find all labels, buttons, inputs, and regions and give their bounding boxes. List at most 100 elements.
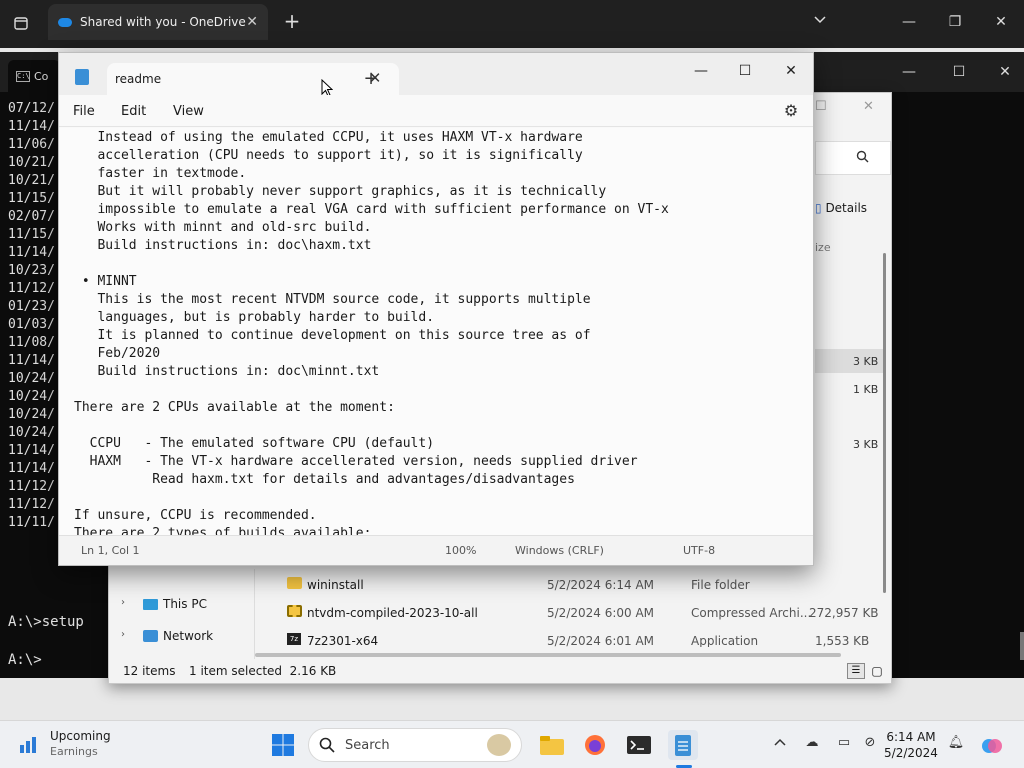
console-line-setup: A:\>setup [8,614,84,630]
encoding[interactable]: UTF-8 [683,544,715,557]
file-size-cell: 3 KB [853,355,879,368]
console-scrollbar[interactable] [1020,632,1024,660]
text-line: faster in textmode. [74,166,247,181]
console-minimize-button[interactable]: — [896,60,922,84]
taskbar-search-box[interactable]: Search [308,728,522,762]
menu-file[interactable]: File [73,104,95,119]
browser-maximize-button[interactable]: ❐ [942,10,968,34]
notepad-taskbar-icon[interactable] [668,730,698,760]
console-line: 10/21/ [8,155,55,170]
notepad-app-icon [75,69,89,85]
cursor-position: Ln 1, Col 1 [81,544,140,557]
search-highlight-icon [487,734,511,756]
widgets-button[interactable]: Upcoming Earnings [18,729,148,761]
zip-folder-icon [287,605,302,617]
table-row[interactable]: ntvdm-compiled-2023-10-all 5/2/2024 6:00… [109,599,893,627]
table-row[interactable]: 7z 7z2301-x64 5/2/2024 6:01 AM Applicati… [109,627,893,647]
text-line: • MINNT [74,274,137,289]
large-icons-view-icon[interactable]: ▢ [869,663,885,679]
text-line: Read haxm.txt for details and advantages… [74,472,575,487]
clock-time: 6:14 AM [886,730,936,744]
console-tab-label: Co [34,69,49,83]
console-tab[interactable]: C:\ Co [8,60,60,92]
text-line [74,489,669,507]
cmd-icon: C:\ [16,70,30,82]
file-size: 1,553 KB [815,634,870,647]
details-pane-button[interactable]: ▯ Details [815,201,867,215]
text-line: Instead of using the emulated CCPU, it u… [74,130,583,145]
text-line: accelleration (CPU needs to support it),… [74,148,583,163]
text-line [74,381,669,399]
console-line: 01/23/ [8,299,55,314]
file-type: File folder [691,578,750,592]
menu-edit[interactable]: Edit [121,104,146,119]
explorer-maximize-button[interactable]: ☐ [815,99,827,114]
explorer-search-box[interactable] [815,141,891,175]
console-line: 01/03/ [8,317,55,332]
console-line: 11/15/ [8,191,55,206]
item-count: 12 items [123,664,176,678]
text-line [74,255,669,273]
details-view-icon[interactable]: ☰ [847,663,865,679]
explorer-close-button[interactable]: ✕ [863,99,874,114]
text-line: It is planned to continue development on… [74,328,591,343]
copilot-icon[interactable] [980,735,1004,755]
text-line: Build instructions in: doc\haxm.txt [74,238,372,253]
selection-info: 1 item selected 2.16 KB [189,664,337,678]
console-line: 11/08/ [8,335,55,350]
taskbar: Upcoming Earnings Search ☁ ▭ ⊘ 6:14 AM 5… [0,720,1024,768]
console-close-button[interactable]: ✕ [992,60,1018,84]
notepad-maximize-button[interactable]: ☐ [725,57,765,85]
line-ending[interactable]: Windows (CRLF) [515,544,604,557]
notepad-text-editor[interactable]: Instead of using the emulated CCPU, it u… [59,128,813,535]
notepad-minimize-button[interactable]: — [681,57,721,85]
console-line: 10/24/ [8,389,55,404]
firefox-taskbar-icon[interactable] [580,730,610,760]
display-icon[interactable]: ▭ [834,735,854,755]
console-line: 11/14/ [8,245,55,260]
horizontal-scrollbar[interactable] [255,653,841,657]
notepad-close-button[interactable]: ✕ [771,57,811,85]
taskbar-clock[interactable]: 6:14 AM 5/2/2024 [880,729,942,761]
text-line: CCPU - The emulated software CPU (defaul… [74,436,435,451]
zoom-level[interactable]: 100% [445,544,476,557]
file-explorer-taskbar-icon[interactable] [537,730,567,760]
tab-actions-icon[interactable] [8,10,34,36]
menu-view[interactable]: View [173,104,204,119]
browser-tab-onedrive[interactable]: Shared with you - OneDrive ✕ [48,4,268,40]
widget-subtitle: Earnings [50,745,98,758]
browser-tab-close-button[interactable]: ✕ [246,14,258,30]
browser-close-button[interactable]: ✕ [988,10,1014,34]
browser-minimize-button[interactable]: — [896,10,922,34]
file-type: Application [691,634,759,647]
console-line: 10/23/ [8,263,55,278]
column-header-size[interactable]: ize [815,241,831,254]
details-label: Details [825,201,868,215]
details-icon: ▯ [815,201,822,215]
console-line-prompt[interactable]: A:\> [8,652,42,668]
show-hidden-icons-icon[interactable] [770,735,790,755]
start-button[interactable] [271,733,295,757]
7zip-app-icon: 7z [287,633,301,645]
explorer-scrollbar[interactable] [883,253,886,593]
table-row[interactable]: wininstall 5/2/2024 6:14 AM File folder [109,571,893,599]
browser-titlebar: Shared with you - OneDrive ✕ + — ❐ ✕ [0,0,1024,48]
search-icon[interactable] [856,150,869,167]
chevron-down-icon[interactable] [814,12,826,28]
console-line: 11/14/ [8,119,55,134]
stocks-chart-icon [18,733,40,755]
browser-new-tab-button[interactable]: + [280,10,304,34]
gear-icon[interactable]: ⚙ [781,101,801,121]
notepad-tab-readme[interactable]: readme ✕ [107,63,399,95]
console-output: 07/12/11/14/11/06/10/21/10/21/11/15/02/0… [8,100,55,532]
notepad-new-tab-button[interactable]: + [359,69,383,93]
network-status-icon[interactable]: ⊘ [860,735,880,755]
cloud-offline-icon[interactable]: ☁ [802,735,822,755]
console-line: 10/21/ [8,173,55,188]
document-text[interactable]: Instead of using the emulated CCPU, it u… [74,129,669,535]
console-line: 11/14/ [8,443,55,458]
terminal-taskbar-icon[interactable] [624,730,654,760]
console-maximize-button[interactable]: ☐ [946,60,972,84]
console-line: 11/12/ [8,497,55,512]
notification-bell-icon[interactable]: 🔔︎ [946,735,966,755]
